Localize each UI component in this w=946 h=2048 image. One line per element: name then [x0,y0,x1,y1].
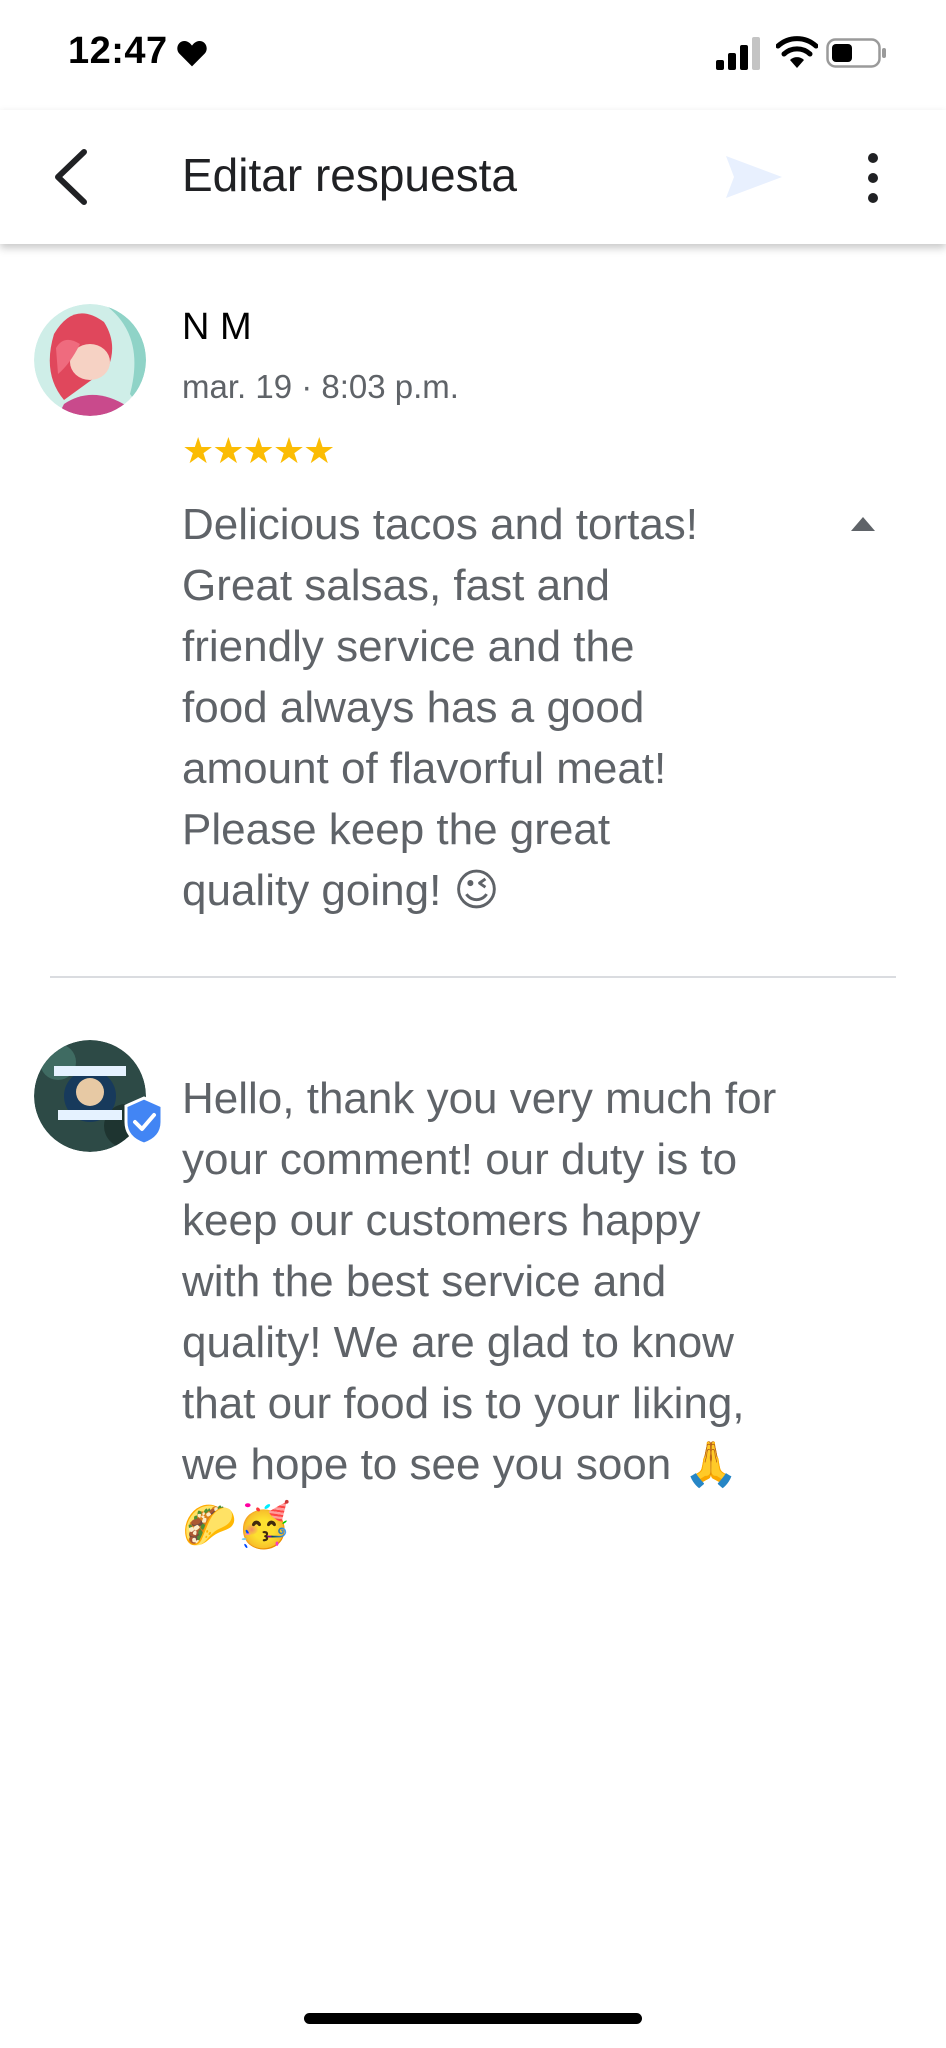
review-text: Delicious tacos and tortas! Great salsas… [182,500,699,915]
heart-icon [177,41,207,67]
review-date: mar. 19 · 8:03 p.m. [182,368,459,405]
more-vert-icon[interactable] [860,148,886,208]
send-icon[interactable] [724,152,784,202]
divider [50,976,896,978]
back-arrow-icon[interactable] [48,146,96,208]
status-bar: 12:47 [0,0,946,110]
collapse-triangle-icon[interactable] [848,512,878,534]
wifi-icon [776,36,818,68]
verified-badge-icon [124,1096,164,1146]
reviewer-avatar[interactable] [34,304,146,416]
signal-icon [716,37,760,70]
status-time: 12:47 [68,30,168,72]
reply-text[interactable]: Hello, thank you very much for your comm… [182,1068,902,1556]
home-indicator [304,2013,642,2024]
star-rating: ★★★★★ [182,430,335,471]
app-bar: Editar respuesta [0,110,946,244]
page-title: Editar respuesta [182,149,517,201]
battery-icon [826,38,886,68]
reviewer-name[interactable]: N M [182,306,252,349]
